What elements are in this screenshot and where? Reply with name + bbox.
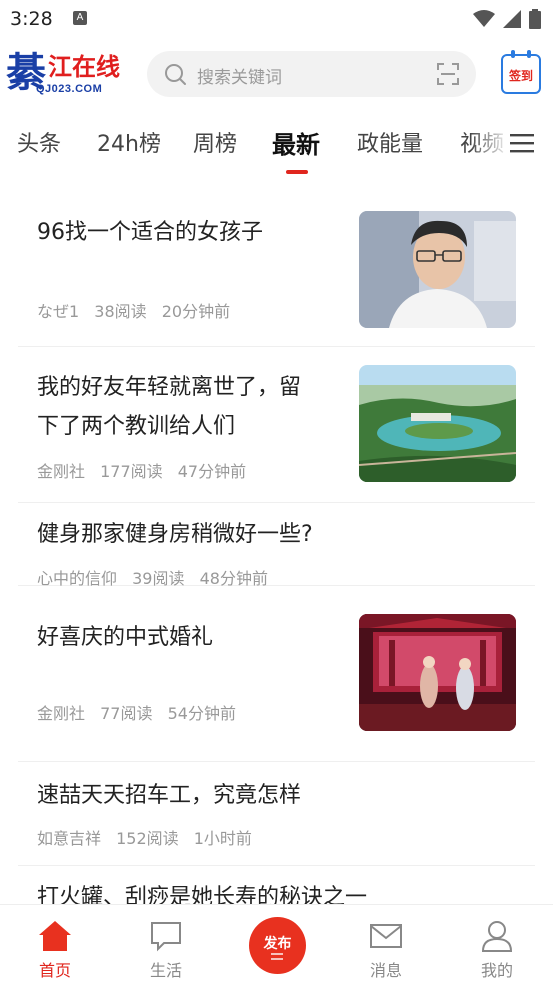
item-title-line1: 我的好友年轻就离世了，留 [37,375,302,400]
item-title: 速喆天天招车工，究竟怎样 [37,783,302,808]
item-title: 96找一个适合的女孩子 [37,220,263,245]
site-logo[interactable]: 綦 江在线 QJ023.COM [6,50,130,100]
status-time: 3:28 [10,8,53,30]
tab-weekly-ranking[interactable]: 周榜 [193,126,237,158]
item-meta: なぜ1 38阅读 20分钟前 [37,298,240,322]
compose-icon [271,953,283,960]
nav-life[interactable]: 生活 [126,905,206,984]
tab-headlines[interactable]: 头条 [17,126,61,158]
item-author: 如意吉祥 [37,829,102,848]
chat-bubble-icon [151,922,181,952]
list-item[interactable]: 我的好友年轻就离世了，留 下了两个教训给人们 金刚社 177阅读 47分钟前 [18,347,535,503]
notification-badge-icon: A [73,11,87,25]
item-meta: 金刚社 177阅读 47分钟前 [37,458,256,482]
item-reads: 152阅读 [116,829,179,848]
thumbnail-portrait [359,211,516,328]
category-tabs: 头条 24h榜 周榜 最新 政能量 视频 [0,112,553,178]
item-meta: 如意吉祥 152阅读 1小时前 [37,825,262,849]
item-meta: 金刚社 77阅读 54分钟前 [37,700,246,724]
list-item[interactable]: 96找一个适合的女孩子 なぜ1 38阅读 20分钟前 [18,196,535,347]
item-time: 1小时前 [193,829,252,848]
active-tab-indicator [286,170,308,174]
item-time: 47分钟前 [177,462,247,481]
item-title-line2: 下了两个教训给人们 [37,414,236,439]
tabs-fade [470,112,510,172]
item-reads: 177阅读 [100,462,163,481]
publish-button[interactable]: 发布 [249,917,306,974]
item-author: なぜ1 [37,302,80,321]
logo-title: 江在线 [48,52,120,81]
user-icon [481,921,513,952]
tab-24h-ranking[interactable]: 24h榜 [97,126,161,158]
thumbnail-landscape [359,365,516,482]
signin-label: 签到 [508,69,533,83]
item-time: 54分钟前 [167,704,236,723]
scan-icon[interactable] [436,62,460,86]
nav-mine-label: 我的 [480,961,513,980]
publish-label: 发布 [263,936,292,952]
home-icon [39,921,71,951]
menu-icon[interactable] [510,132,534,154]
status-bar: 3:28 A [0,0,553,38]
item-title: 好喜庆的中式婚礼 [37,625,214,650]
news-feed: 96找一个适合的女孩子 なぜ1 38阅读 20分钟前 我的好友年轻就离世了，留 … [18,196,535,926]
calendar-ring [527,50,531,58]
search-input[interactable]: 搜索关键词 [147,51,476,97]
item-time: 20分钟前 [161,302,231,321]
nav-messages-label: 消息 [369,961,402,980]
item-reads: 77阅读 [100,704,153,723]
tab-positive-energy[interactable]: 政能量 [357,126,423,158]
battery-icon [529,9,541,29]
logo-url: QJ023.COM [36,83,103,95]
nav-messages[interactable]: 消息 [346,905,426,984]
item-author: 金刚社 [37,462,86,481]
item-reads: 38阅读 [94,302,147,321]
bottom-nav: 首页 生活 发布 消息 我的 [0,904,553,984]
calendar-ring [511,50,515,58]
signal-icon [503,10,521,28]
tab-latest[interactable]: 最新 [272,125,320,160]
search-icon [165,64,186,85]
nav-home-label: 首页 [38,961,71,980]
signin-button[interactable]: 签到 [501,50,541,94]
thumbnail-wedding [359,614,516,731]
item-title: 健身那家健身房稍微好一些? [37,522,313,547]
list-item[interactable]: 速喆天天招车工，究竟怎样 如意吉祥 152阅读 1小时前 [18,762,535,866]
list-item[interactable]: 好喜庆的中式婚礼 金刚社 77阅读 54分钟前 [18,586,535,762]
nav-mine[interactable]: 我的 [457,905,537,984]
nav-home[interactable]: 首页 [15,905,95,984]
list-item[interactable]: 健身那家健身房稍微好一些? 心中的信仰 39阅读 48分钟前 [18,503,535,588]
search-placeholder: 搜索关键词 [197,68,282,88]
wifi-icon [473,10,495,27]
mail-icon [370,924,402,948]
header: 綦 江在线 QJ023.COM 搜索关键词 签到 [0,44,553,106]
nav-life-label: 生活 [149,961,182,980]
status-icons [473,9,541,29]
item-author: 金刚社 [37,704,86,723]
